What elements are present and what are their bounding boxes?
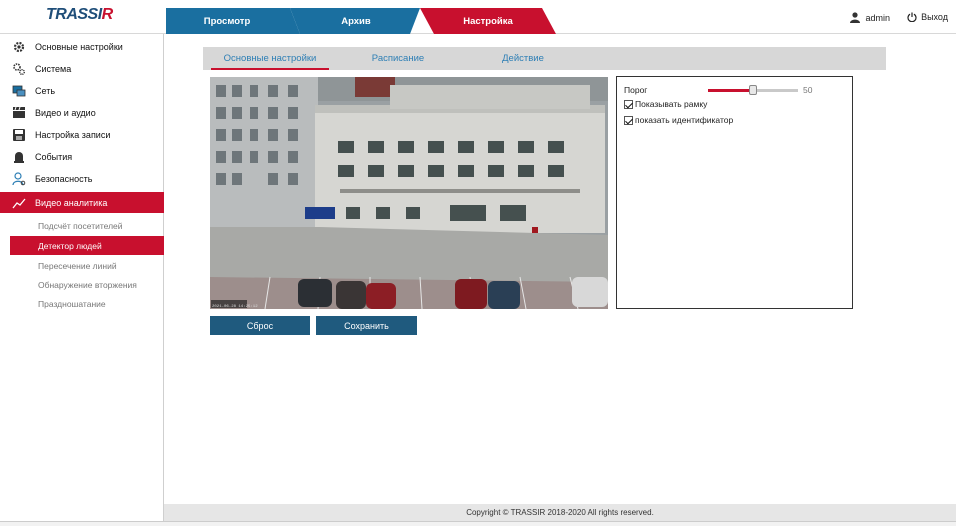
save-button[interactable]: Сохранить: [316, 316, 417, 335]
show-frame-option[interactable]: Показывать рамку: [624, 99, 707, 109]
alarm-icon: [12, 150, 26, 164]
active-tab-underline: [211, 68, 329, 70]
detector-settings-panel: Порог 50 Показывать рамку показать идент…: [616, 76, 853, 309]
network-icon: [12, 84, 26, 98]
user-lock-icon: [12, 172, 26, 186]
sidebar-subitem-line-crossing[interactable]: Пересечение линий: [10, 256, 164, 275]
sidebar: Основные настройки Система Сеть Видео и …: [0, 34, 164, 526]
threshold-value: 50: [803, 85, 813, 95]
reset-button[interactable]: Сброс: [210, 316, 310, 335]
threshold-label: Порог: [624, 85, 648, 95]
camera-preview[interactable]: 2021-06-28 14:25:12: [210, 77, 608, 309]
tab-settings[interactable]: Настройка: [432, 8, 544, 34]
sidebar-subitem-loitering[interactable]: Праздношатание: [10, 294, 164, 313]
subtab-basic-settings[interactable]: Основные настройки: [209, 47, 331, 70]
sidebar-item-recording-settings[interactable]: Настройка записи: [0, 124, 164, 146]
show-frame-checkbox[interactable]: [624, 99, 633, 109]
user-menu[interactable]: admin: [849, 12, 890, 23]
sidebar-item-network[interactable]: Сеть: [0, 80, 164, 102]
video-timestamp: 2021-06-28 14:25:12: [212, 305, 258, 309]
film-icon: [12, 106, 26, 120]
analytics-icon: [12, 196, 26, 210]
sidebar-item-video-audio[interactable]: Видео и аудио: [0, 102, 164, 124]
sidebar-subitem-visitor-count[interactable]: Подсчёт посетителей: [10, 216, 164, 235]
tab-view[interactable]: Просмотр: [166, 8, 288, 34]
logout-label: Выход: [921, 12, 948, 22]
sidebar-item-events[interactable]: События: [0, 146, 164, 168]
slider-thumb[interactable]: [749, 85, 757, 95]
copyright: Copyright © TRASSIR 2018-2020 All rights…: [466, 508, 654, 517]
top-bar: TRASSIR Просмотр Архив Настройка admin В…: [0, 0, 956, 34]
username: admin: [865, 12, 890, 23]
settings-subtabs: Основные настройки Расписание Действие: [203, 47, 886, 70]
save-icon: [12, 128, 26, 142]
user-icon: [850, 12, 861, 23]
sidebar-subitem-people-detector[interactable]: Детектор людей: [10, 236, 164, 255]
power-icon: [907, 12, 917, 22]
sidebar-item-security[interactable]: Безопасность: [0, 168, 164, 190]
gear-icon: [12, 40, 26, 54]
logout-button[interactable]: Выход: [907, 12, 948, 22]
slider-fill: [708, 89, 753, 92]
tab-archive[interactable]: Архив: [300, 8, 412, 34]
sidebar-item-basic-settings[interactable]: Основные настройки: [0, 36, 164, 58]
sidebar-item-video-analytics[interactable]: Видео аналитика: [0, 192, 164, 213]
show-id-option[interactable]: показать идентификатор: [624, 115, 733, 125]
taskbar-strip: [0, 521, 956, 526]
subtab-action[interactable]: Действие: [483, 47, 563, 70]
camera-scene: 2021-06-28 14:25:12: [210, 77, 608, 309]
threshold-slider[interactable]: [708, 85, 798, 95]
sidebar-subitem-intrusion-detection[interactable]: Обнаружение вторжения: [10, 275, 164, 294]
gears-icon: [12, 62, 26, 76]
show-id-checkbox[interactable]: [624, 115, 633, 125]
sidebar-item-system[interactable]: Система: [0, 58, 164, 80]
footer: Copyright © TRASSIR 2018-2020 All rights…: [164, 504, 956, 521]
subtab-schedule[interactable]: Расписание: [353, 47, 443, 70]
